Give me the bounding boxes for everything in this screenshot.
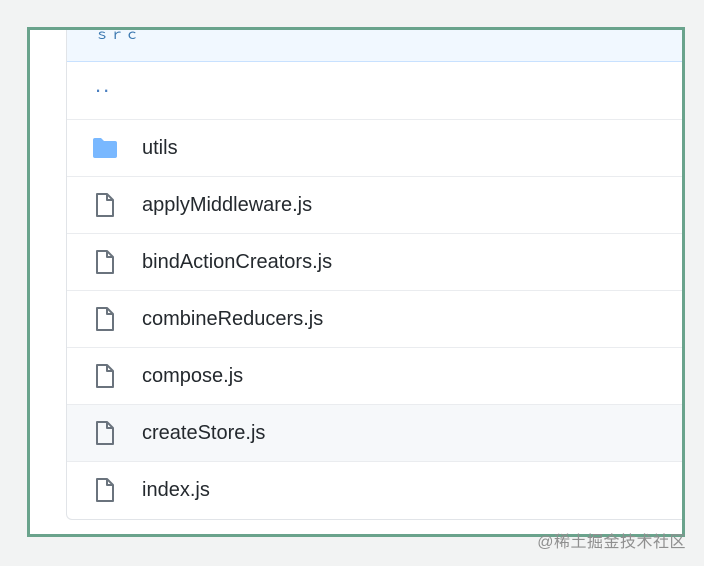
parent-directory-row[interactable]: ..: [67, 62, 682, 119]
header-text: ｓｒｃ: [95, 27, 140, 42]
file-row-bindActionCreators[interactable]: bindActionCreators.js: [67, 233, 682, 290]
watermark-text: @稀土掘金技术社区: [537, 534, 686, 551]
file-icon: [91, 248, 119, 276]
file-link[interactable]: index.js: [142, 479, 210, 502]
file-browser-frame: ｓｒｃ .. utils applyMiddleware.js bindActi…: [27, 27, 685, 537]
file-row-index[interactable]: index.js: [67, 461, 682, 518]
file-row-applyMiddleware[interactable]: applyMiddleware.js: [67, 176, 682, 233]
file-link[interactable]: utils: [142, 137, 178, 160]
file-link[interactable]: combineReducers.js: [142, 308, 323, 331]
file-icon: [91, 419, 119, 447]
file-list-panel: ｓｒｃ .. utils applyMiddleware.js bindActi…: [66, 27, 682, 520]
file-link[interactable]: bindActionCreators.js: [142, 251, 332, 274]
file-link[interactable]: applyMiddleware.js: [142, 194, 312, 217]
file-link[interactable]: createStore.js: [142, 422, 265, 445]
file-icon: [91, 191, 119, 219]
file-row-utils[interactable]: utils: [67, 119, 682, 176]
folder-icon: [91, 134, 119, 162]
commit-header-strip: ｓｒｃ: [67, 27, 682, 62]
parent-directory-link[interactable]: ..: [95, 72, 111, 98]
file-icon: [91, 305, 119, 333]
file-icon: [91, 476, 119, 504]
file-row-compose[interactable]: compose.js: [67, 347, 682, 404]
file-icon: [91, 362, 119, 390]
file-row-combineReducers[interactable]: combineReducers.js: [67, 290, 682, 347]
file-row-createStore[interactable]: createStore.js: [67, 404, 682, 461]
file-link[interactable]: compose.js: [142, 365, 243, 388]
